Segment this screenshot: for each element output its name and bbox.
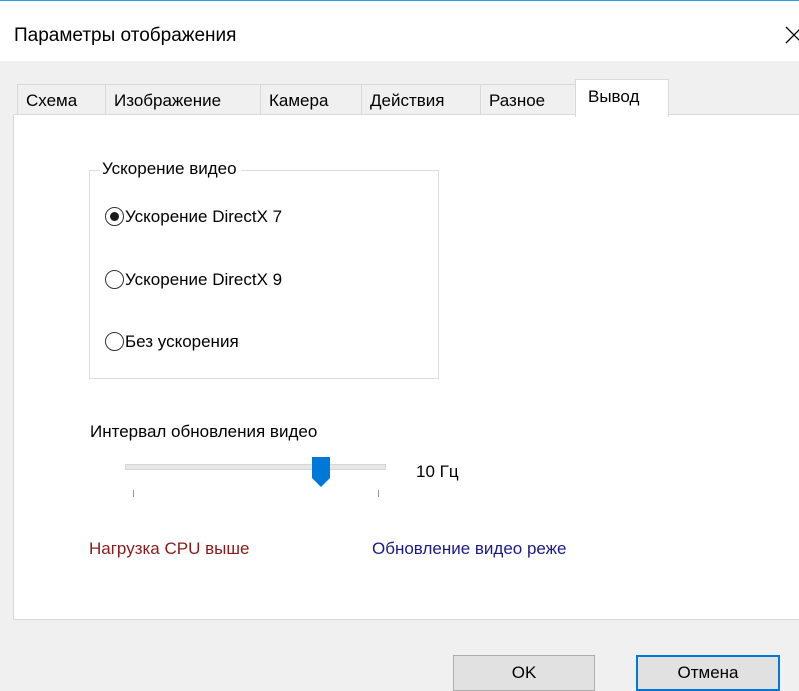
refresh-interval-value: 10 Гц xyxy=(416,462,459,481)
radio-directx9-label: Ускорение DirectX 9 xyxy=(125,270,283,289)
tab-misc[interactable]: Разное xyxy=(480,84,577,115)
tab-output[interactable]: Вывод xyxy=(575,79,669,117)
slider-tick-max xyxy=(378,490,379,497)
radio-directx7[interactable]: Ускорение DirectX 7 xyxy=(105,205,345,229)
video-acceleration-legend: Ускорение видео xyxy=(100,158,241,180)
radio-unchecked-icon xyxy=(105,270,124,289)
tab-output-label: Вывод xyxy=(588,87,640,106)
tab-camera[interactable]: Камера xyxy=(260,84,362,115)
tab-camera-label: Камера xyxy=(269,91,329,110)
tab-image[interactable]: Изображение xyxy=(105,84,261,115)
title-bar: Параметры отображения xyxy=(0,1,799,61)
radio-directx7-label: Ускорение DirectX 7 xyxy=(125,207,283,226)
radio-directx9[interactable]: Ускорение DirectX 9 xyxy=(105,268,345,292)
tab-actions[interactable]: Действия xyxy=(361,84,481,115)
ok-button[interactable]: OK xyxy=(453,655,595,691)
slider-tick-min xyxy=(133,490,134,497)
radio-checked-icon xyxy=(105,207,124,226)
hint-video-updates-less: Обновление видео реже xyxy=(372,539,567,558)
slider-thumb-icon xyxy=(312,457,330,487)
window-title: Параметры отображения xyxy=(14,25,237,46)
tab-image-label: Изображение xyxy=(114,91,222,110)
tab-misc-label: Разное xyxy=(489,91,546,110)
close-x-icon xyxy=(785,26,799,44)
hint-cpu-load-higher: Нагрузка CPU выше xyxy=(89,539,250,558)
cancel-button[interactable]: Отмена xyxy=(636,655,780,691)
radio-unchecked-icon xyxy=(105,332,124,351)
refresh-interval-slider-thumb[interactable] xyxy=(312,457,330,487)
radio-no-acceleration[interactable]: Без ускорения xyxy=(105,330,305,354)
refresh-interval-label: Интервал обновления видео xyxy=(90,422,318,441)
tab-actions-label: Действия xyxy=(370,91,445,110)
refresh-interval-slider-track[interactable] xyxy=(125,464,386,470)
close-button[interactable] xyxy=(782,23,799,47)
tab-scheme[interactable]: Схема xyxy=(17,84,106,115)
radio-no-acceleration-label: Без ускорения xyxy=(125,332,239,351)
tab-scheme-label: Схема xyxy=(26,91,78,110)
